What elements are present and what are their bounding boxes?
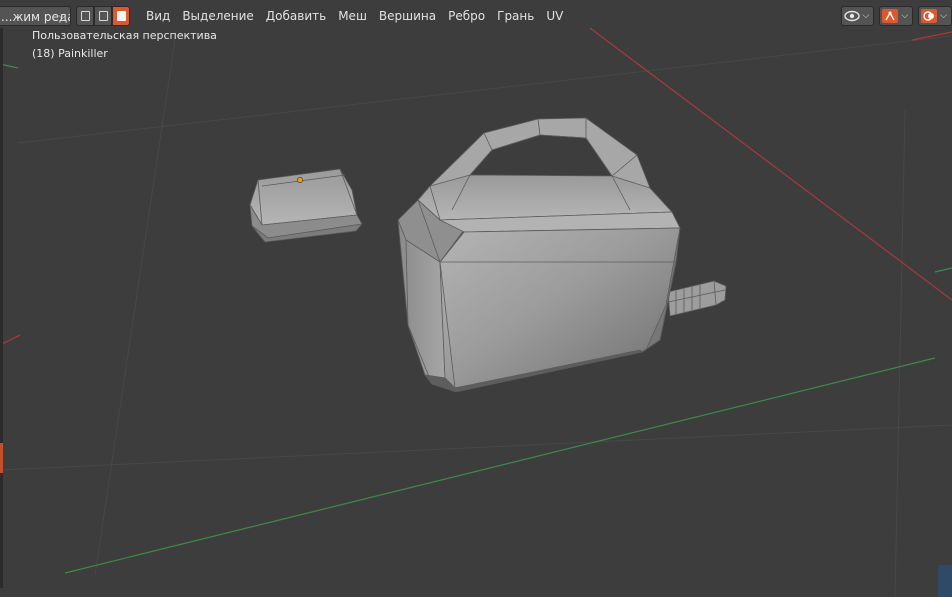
vertex-select-button[interactable] (76, 6, 94, 26)
menu-face[interactable]: Грань (491, 6, 540, 26)
chevron-down-icon: ⌵ (862, 11, 870, 21)
chevron-down-icon: ⌵ (901, 11, 909, 21)
chevron-down-icon: ⌵ (58, 11, 66, 22)
viewport-object-name: (18) Painkiller (32, 47, 108, 60)
gizmo-icon (882, 9, 899, 23)
menu-select[interactable]: Выделение (176, 6, 259, 26)
x-axis-line-left (0, 334, 21, 346)
menu-vertex[interactable]: Вершина (373, 6, 442, 26)
vertex-select-icon (80, 11, 90, 21)
menu-edge[interactable]: Ребро (442, 6, 491, 26)
overlays-icon (921, 9, 938, 23)
face-select-icon (116, 11, 126, 21)
mesh-canister (397, 117, 727, 393)
menu-add[interactable]: Добавить (260, 6, 332, 26)
face-select-button[interactable] (112, 6, 130, 26)
select-mode-group (76, 6, 130, 26)
visibility-dropdown[interactable]: ⌵ (840, 6, 875, 26)
3d-viewport[interactable]: ...жим реда... ⌵ Вид Выделение Добавить … (0, 0, 952, 597)
x-axis-line-top-right (911, 31, 952, 41)
navigation-gizmo-corner[interactable] (938, 565, 952, 597)
overlays-dropdown[interactable]: ⌵ (918, 6, 952, 26)
viewport-scene[interactable] (0, 0, 952, 597)
menu-uv[interactable]: UV (540, 6, 569, 26)
header-right-tools: ⌵ ⌵ ⌵ (836, 6, 952, 26)
left-toolbar-edge (0, 28, 3, 588)
menu-mesh[interactable]: Меш (332, 6, 373, 26)
gizmo-dropdown[interactable]: ⌵ (879, 6, 914, 26)
object-origin-dot (297, 177, 303, 183)
mesh-small-box (249, 168, 364, 243)
chevron-down-icon: ⌵ (940, 11, 947, 21)
viewport-view-name: Пользовательская перспектива (32, 29, 217, 42)
y-axis-line-right (934, 267, 952, 273)
mode-select-dropdown[interactable]: ...жим реда... ⌵ (0, 6, 71, 26)
edge-select-icon (98, 11, 108, 21)
y-axis-line (64, 357, 936, 574)
edge-select-button[interactable] (94, 6, 112, 26)
left-toolbar-active-marker (0, 443, 3, 473)
header-menu: Вид Выделение Добавить Меш Вершина Ребро… (140, 6, 569, 26)
eye-icon (843, 9, 860, 23)
menu-view[interactable]: Вид (140, 6, 176, 26)
